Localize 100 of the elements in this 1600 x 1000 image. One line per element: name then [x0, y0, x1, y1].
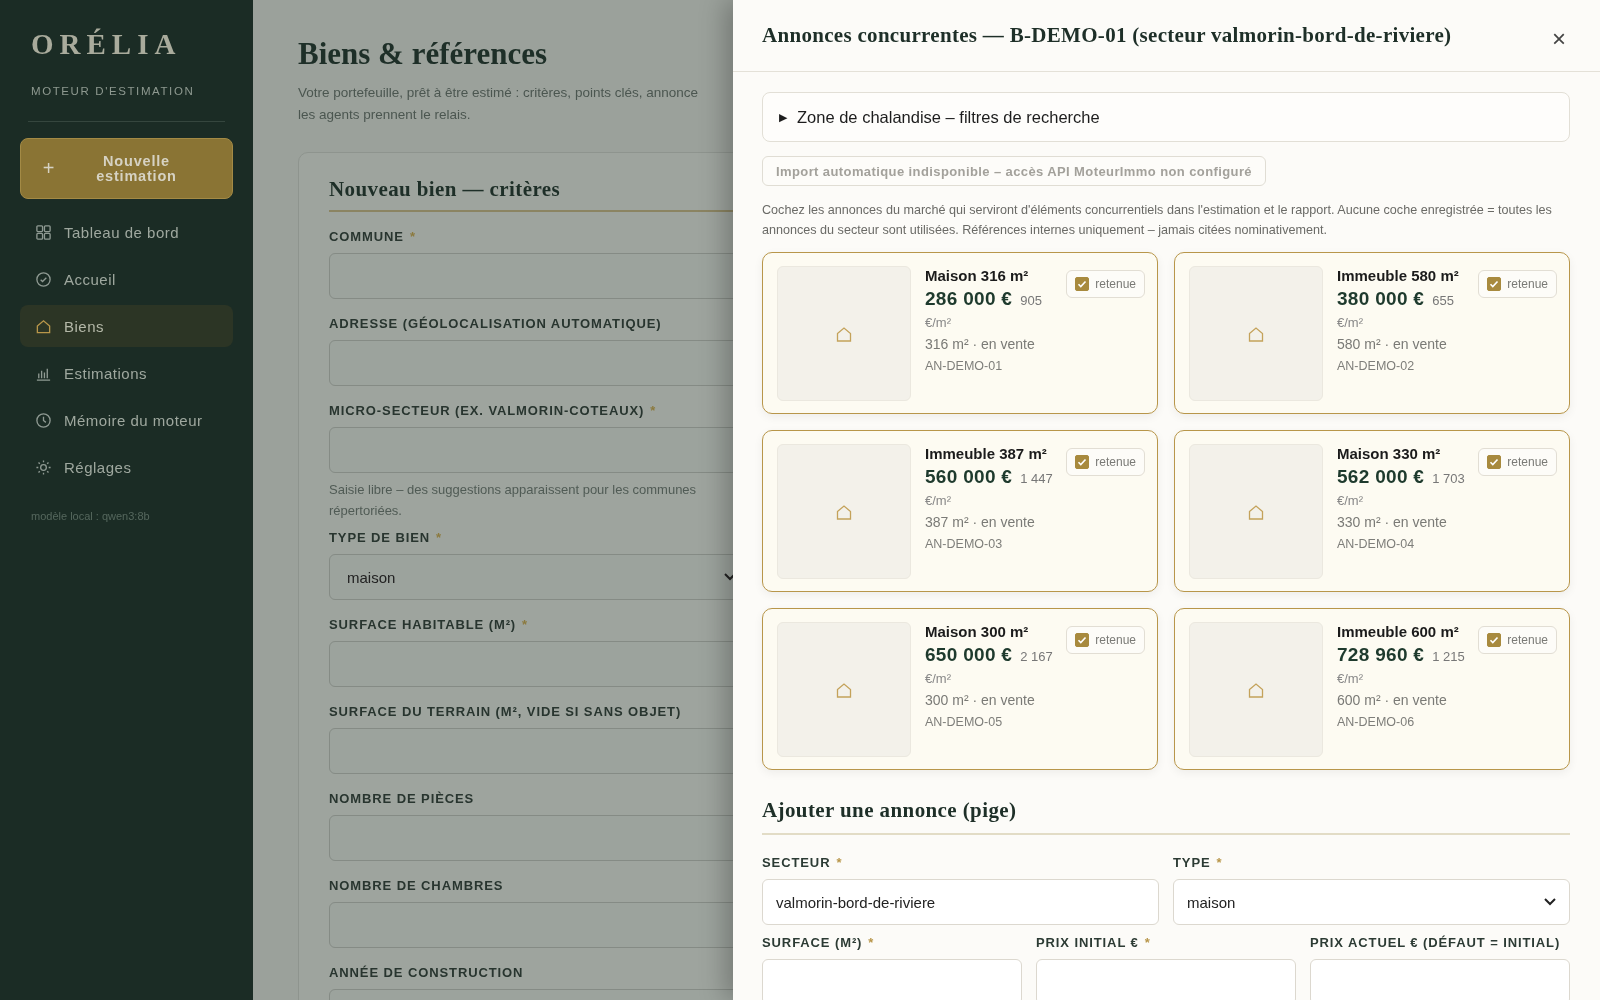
drawer-title: Annonces concurrentes — B-DEMO-01 (secteur valmorin-bord-de-riviere) — [762, 23, 1453, 47]
required-mark: * — [836, 855, 843, 870]
listing-title: Immeuble 387 m² — [925, 445, 1048, 462]
input-field[interactable] — [329, 253, 733, 299]
type-select[interactable]: maison — [1173, 879, 1570, 925]
listing-price: 560 000 € — [925, 466, 1013, 488]
filters-toggle[interactable]: ▶ Zone de chalandise – filtres de recherche — [762, 92, 1570, 142]
required-mark: * — [409, 229, 416, 244]
field-label: COMMUNE — [329, 229, 404, 244]
listing-ref: AN-DEMO-03 — [925, 537, 1004, 551]
required-mark: * — [1144, 935, 1151, 950]
retained-toggle[interactable]: retenue — [1478, 270, 1557, 298]
price-unit: €/m² — [925, 315, 952, 330]
nav-item[interactable]: Accueil — [20, 258, 233, 300]
checkbox[interactable] — [1487, 455, 1502, 469]
field-label: ANNÉE DE CONSTRUCTION — [329, 965, 524, 980]
listing-price: 562 000 € — [1337, 466, 1425, 488]
check-icon — [1077, 279, 1088, 289]
listing-meta: 387 m² · en vente — [925, 514, 1036, 530]
field-label: SURFACE DU TERRAIN (M², VIDE SI SANS OBJET) — [329, 704, 682, 719]
field-hint: Saisie libre – des suggestions apparaissent pour les communes répertoriées. — [329, 481, 698, 520]
input-field[interactable]: valmorin-bord-de-riviere — [762, 879, 1159, 925]
required-mark: * — [868, 935, 875, 950]
checkbox[interactable] — [1487, 277, 1502, 291]
listing-ref: AN-DEMO-01 — [925, 359, 1004, 373]
price-unit: €/m² — [1337, 493, 1364, 508]
description-text: Cochez les annonces du marché qui serviront d'éléments concurrentiels dans l'estimation et le rapport. Aucune coche enregistrée = toutes les annonces du secteur sont utilisées. Références internes uniquement – jamais citées nominativement. — [762, 202, 1553, 239]
listing-title: Maison 330 m² — [1337, 445, 1442, 462]
input-field[interactable] — [329, 728, 733, 774]
nav-item[interactable]: Estimations — [20, 352, 233, 394]
intro-text: les agents prennent le relais. — [298, 106, 471, 124]
listing-meta: 316 m² · en vente — [925, 336, 1036, 352]
price-unit: €/m² — [925, 671, 952, 686]
nav-item[interactable]: Mémoire du moteur — [20, 399, 233, 441]
nav-item[interactable]: Réglages — [20, 446, 233, 488]
listing-ref: AN-DEMO-04 — [1337, 537, 1416, 551]
nav-item[interactable]: Biens — [20, 305, 233, 347]
field-label: NOMBRE DE PIÈCES — [329, 791, 475, 806]
check-circle-icon — [35, 270, 52, 288]
retained-toggle[interactable]: retenue — [1066, 626, 1145, 654]
price-per-m2: 655 — [1432, 293, 1454, 308]
listing-price: 650 000 € — [925, 644, 1013, 666]
house-icon — [35, 317, 52, 335]
price-per-m2: 905 — [1020, 293, 1042, 308]
new-estimation-button[interactable]: + Nouvelle estimation — [20, 138, 233, 199]
close-button[interactable]: × — [1546, 23, 1572, 55]
retained-toggle[interactable]: retenue — [1478, 626, 1557, 654]
field-label: NOMBRE DE CHAMBRES — [329, 878, 504, 893]
listing-title: Immeuble 600 m² — [1337, 623, 1460, 640]
required-mark: * — [1216, 855, 1223, 870]
retained-toggle[interactable]: retenue — [1478, 448, 1557, 476]
checkbox[interactable] — [1075, 277, 1090, 291]
required-mark: * — [522, 617, 529, 632]
listing-ref: AN-DEMO-05 — [925, 715, 1004, 729]
field-label: PRIX INITIAL € — [1036, 935, 1139, 950]
listing-meta: 580 m² · en vente — [1337, 336, 1448, 352]
section-title: Ajouter une annonce (pige) — [762, 798, 1570, 835]
listing-ref: AN-DEMO-02 — [1337, 359, 1416, 373]
listing-title: Immeuble 580 m² — [1337, 267, 1459, 284]
check-icon — [1077, 635, 1088, 645]
listing-meta: 300 m² · en vente — [925, 692, 1036, 708]
type-select[interactable]: maison — [329, 554, 733, 600]
input-field[interactable] — [329, 427, 733, 473]
field-label: TYPE — [1173, 855, 1211, 870]
price-per-m2: 2 167 — [1020, 649, 1053, 664]
listing-meta: 330 m² · en vente — [1337, 514, 1448, 530]
field-label: TYPE DE BIEN — [329, 530, 431, 545]
listing-price: 380 000 € — [1337, 288, 1425, 310]
input-field[interactable] — [329, 815, 733, 861]
checkbox[interactable] — [1075, 633, 1090, 647]
model-label: modèle local : qwen3:8b — [30, 510, 151, 522]
nav-item[interactable]: Tableau de bord — [20, 211, 233, 253]
listing-meta: 600 m² · en vente — [1337, 692, 1448, 708]
app-subtitle: MOTEUR D'ESTIMATION — [30, 85, 196, 97]
logo: ORÉLIA — [30, 28, 183, 61]
input-field[interactable] — [329, 641, 733, 687]
field-label: ADRESSE (GÉOLOCALISATION AUTOMATIQUE) — [329, 316, 662, 331]
check-icon — [1077, 457, 1088, 467]
listing-ref: AN-DEMO-06 — [1337, 715, 1416, 729]
grid-icon — [35, 223, 52, 241]
check-icon — [1489, 635, 1500, 645]
intro-text: Votre portefeuille, prêt à être estimé : critères, points clés, annonce — [298, 84, 698, 102]
clock-icon — [35, 411, 52, 429]
checkbox[interactable] — [1487, 633, 1502, 647]
field-label: SECTEUR — [762, 855, 831, 870]
retained-toggle[interactable]: retenue — [1066, 448, 1145, 476]
field-label: MICRO-SECTEUR (EX. VALMORIN-COTEAUX) — [329, 403, 645, 418]
price-per-m2: 1 703 — [1432, 471, 1465, 486]
input-field[interactable] — [329, 902, 733, 948]
price-per-m2: 1 215 — [1432, 649, 1465, 664]
retained-toggle[interactable]: retenue — [1066, 270, 1145, 298]
check-icon — [1489, 457, 1500, 467]
input-field[interactable] — [329, 340, 733, 386]
field-label: SURFACE HABITABLE (M²) — [329, 617, 517, 632]
sun-icon — [35, 458, 52, 476]
checkbox[interactable] — [1075, 455, 1090, 469]
price-unit: €/m² — [1337, 315, 1364, 330]
required-mark: * — [650, 403, 657, 418]
field-label: SURFACE (M²) — [762, 935, 863, 950]
price-unit: €/m² — [925, 493, 952, 508]
